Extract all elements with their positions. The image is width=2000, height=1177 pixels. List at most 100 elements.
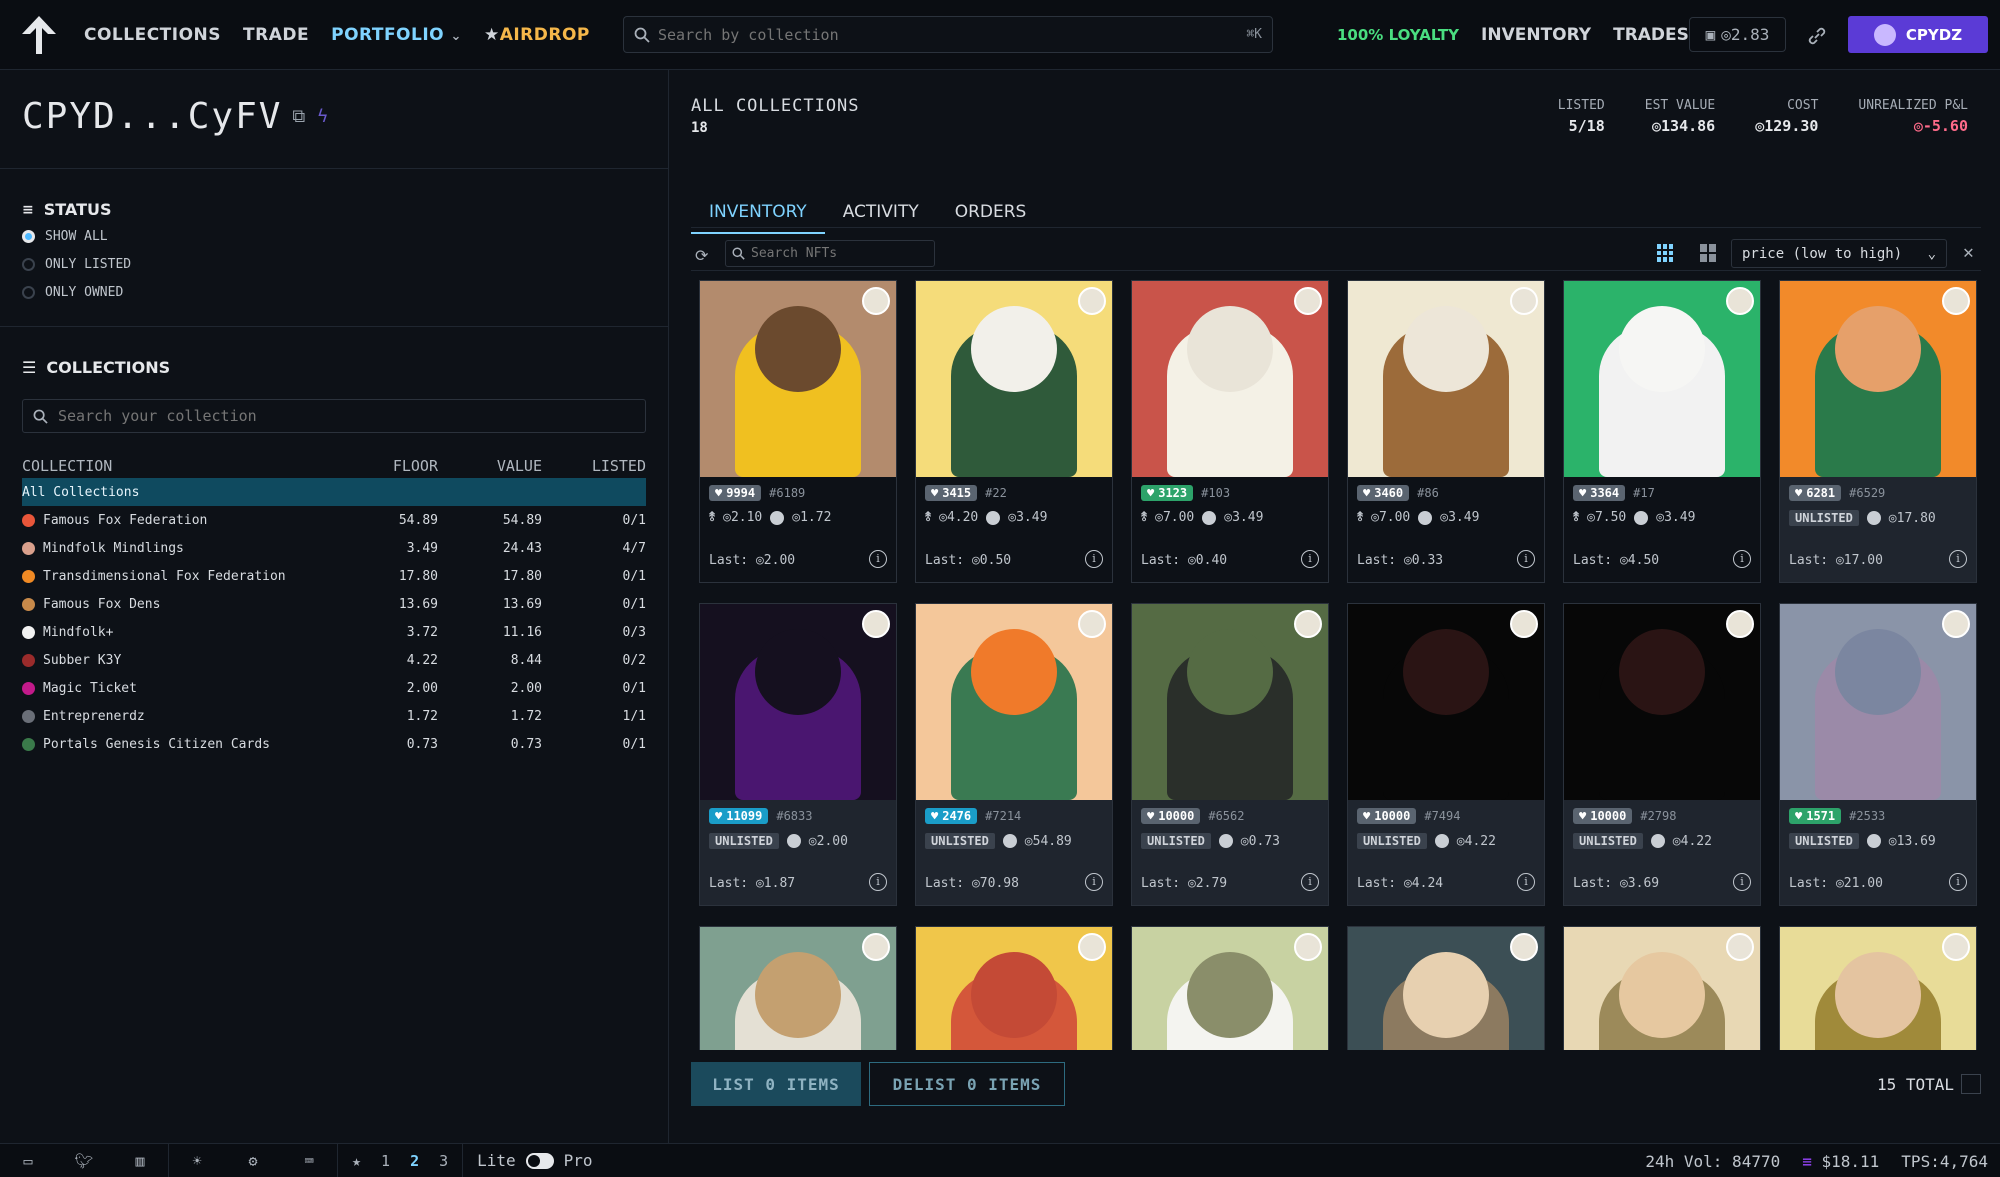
nav-collections[interactable]: COLLECTIONS — [84, 25, 221, 45]
info-icon[interactable]: i — [869, 873, 887, 891]
fav-slot-2[interactable]: 2 — [410, 1152, 419, 1170]
info-icon[interactable]: i — [869, 550, 887, 568]
nft-card[interactable] — [1347, 926, 1545, 1050]
nft-card[interactable] — [1563, 926, 1761, 1050]
col-header-listed[interactable]: LISTED — [542, 457, 646, 475]
table-row[interactable]: Portals Genesis Citizen Cards 0.73 0.73 0/1 — [22, 730, 646, 758]
chat-icon[interactable]: ▭ — [0, 1152, 56, 1170]
table-row[interactable]: Famous Fox Dens 13.69 13.69 0/1 — [22, 590, 646, 618]
collection-filter-search[interactable] — [22, 399, 646, 433]
nft-image[interactable] — [700, 604, 896, 800]
nft-image[interactable] — [1564, 281, 1760, 477]
radio-show-all[interactable]: SHOW ALL — [22, 229, 108, 244]
info-icon[interactable]: i — [1085, 550, 1103, 568]
nav-portfolio[interactable]: PORTFOLIO ⌄ — [331, 25, 462, 45]
table-row[interactable]: Magic Ticket 2.00 2.00 0/1 — [22, 674, 646, 702]
collection-search[interactable]: ⌘K — [623, 16, 1273, 53]
nft-image[interactable] — [1780, 281, 1976, 477]
nft-card[interactable]: ♥ 3415 #22 ⥉ ◎4.20 ◎3.49 Last: ◎0.50 i — [915, 280, 1113, 583]
user-menu-button[interactable]: CPYDZ — [1848, 16, 1988, 53]
mode-toggle[interactable]: Lite Pro — [463, 1151, 606, 1170]
nft-card[interactable]: ♥ 10000 #7494 UNLISTED ◎4.22 Last: ◎4.24 i — [1347, 603, 1545, 906]
col-header-value[interactable]: VALUE — [438, 457, 542, 475]
collection-search-input[interactable] — [658, 25, 1239, 44]
refresh-icon[interactable]: ⟳ — [695, 246, 708, 265]
info-icon[interactable]: i — [1301, 550, 1319, 568]
radio-only-listed[interactable]: ONLY LISTED — [22, 257, 131, 272]
info-icon[interactable]: i — [1733, 550, 1751, 568]
col-header-floor[interactable]: FLOOR — [338, 457, 438, 475]
nft-card[interactable]: ♥ 3364 #17 ⥉ ◎7.50 ◎3.49 Last: ◎4.50 i — [1563, 280, 1761, 583]
theme-icon[interactable]: ☀ — [169, 1152, 225, 1170]
link-icon[interactable] — [1806, 25, 1828, 47]
wallet-balance-button[interactable]: ▣ ◎2.83 — [1689, 17, 1786, 52]
nav-trade[interactable]: TRADE — [243, 25, 309, 45]
keyboard-icon[interactable]: ⌨ — [281, 1152, 337, 1170]
nft-image[interactable] — [700, 927, 896, 1050]
gear-icon[interactable]: ⚙ — [225, 1152, 281, 1170]
nft-card[interactable]: ♥ 10000 #2798 UNLISTED ◎4.22 Last: ◎3.69 i — [1563, 603, 1761, 906]
select-all-checkbox[interactable] — [1961, 1074, 1981, 1094]
loyalty-link[interactable]: 100% LOYALTY — [1337, 26, 1459, 44]
nft-card[interactable]: ♥ 9994 #6189 ⥉ ◎2.10 ◎1.72 Last: ◎2.00 i — [699, 280, 897, 583]
docs-icon[interactable]: ▥ — [112, 1152, 168, 1170]
fav-slot-3[interactable]: 3 — [439, 1152, 448, 1170]
radio-only-owned[interactable]: ONLY OWNED — [22, 285, 123, 300]
nav-inventory[interactable]: INVENTORY — [1481, 25, 1591, 45]
nft-image[interactable] — [1348, 281, 1544, 477]
nft-image[interactable] — [1132, 604, 1328, 800]
nft-image[interactable] — [1564, 604, 1760, 800]
nft-card[interactable] — [699, 926, 897, 1050]
info-icon[interactable]: i — [1517, 873, 1535, 891]
table-row[interactable]: All Collections — [22, 478, 646, 506]
nft-card[interactable]: ♥ 2476 #7214 UNLISTED ◎54.89 Last: ◎70.98 i — [915, 603, 1113, 906]
nft-card[interactable] — [1779, 926, 1977, 1050]
nft-image[interactable] — [1564, 927, 1760, 1050]
app-logo[interactable] — [18, 14, 60, 56]
info-icon[interactable]: i — [1949, 873, 1967, 891]
grid-large-icon[interactable] — [1700, 244, 1718, 262]
table-row[interactable]: Famous Fox Federation 54.89 54.89 0/1 — [22, 506, 646, 534]
nft-card[interactable]: ♥ 1571 #2533 UNLISTED ◎13.69 Last: ◎21.00 i — [1779, 603, 1977, 906]
nft-image[interactable] — [1132, 927, 1328, 1050]
nft-card[interactable]: ♥ 6281 #6529 UNLISTED ◎17.80 Last: ◎17.00 i — [1779, 280, 1977, 583]
table-row[interactable]: Mindfolk Mindlings 3.49 24.43 4/7 — [22, 534, 646, 562]
info-icon[interactable]: i — [1949, 550, 1967, 568]
table-row[interactable]: Transdimensional Fox Federation 17.80 17.8… — [22, 562, 646, 590]
info-icon[interactable]: i — [1301, 873, 1319, 891]
twitter-icon[interactable]: 🐦︎ — [56, 1152, 112, 1170]
nft-image[interactable] — [916, 604, 1112, 800]
grid-small-icon[interactable] — [1657, 244, 1675, 262]
nft-card[interactable]: ♥ 11099 #6833 UNLISTED ◎2.00 Last: ◎1.87 i — [699, 603, 897, 906]
table-row[interactable]: Entreprenerdz 1.72 1.72 1/1 — [22, 702, 646, 730]
nft-image[interactable] — [700, 281, 896, 477]
nft-image[interactable] — [1132, 281, 1328, 477]
nft-card[interactable]: ♥ 10000 #6562 UNLISTED ◎0.73 Last: ◎2.79 i — [1131, 603, 1329, 906]
info-icon[interactable]: i — [1517, 550, 1535, 568]
nav-trades[interactable]: TRADES — [1613, 25, 1689, 45]
nft-card[interactable] — [915, 926, 1113, 1050]
nft-image[interactable] — [916, 927, 1112, 1050]
col-header-collection[interactable]: COLLECTION — [22, 457, 338, 475]
delist-items-button[interactable]: DELIST 0 ITEMS — [869, 1062, 1065, 1106]
copy-icon[interactable]: ⧉ — [292, 106, 307, 127]
nft-image[interactable] — [1348, 604, 1544, 800]
close-icon[interactable]: ✕ — [1963, 242, 1974, 263]
list-items-button[interactable]: LIST 0 ITEMS — [691, 1062, 861, 1106]
fav-slot-1[interactable]: 1 — [381, 1152, 390, 1170]
nft-search-input[interactable] — [751, 246, 928, 261]
nft-card[interactable]: ♥ 3123 #103 ⥉ ◎7.00 ◎3.49 Last: ◎0.40 i — [1131, 280, 1329, 583]
collection-filter-input[interactable] — [58, 407, 635, 425]
solana-icon[interactable]: ϟ — [317, 106, 330, 127]
nft-image[interactable] — [1780, 927, 1976, 1050]
nft-image[interactable] — [1348, 927, 1544, 1050]
info-icon[interactable]: i — [1733, 873, 1751, 891]
nft-image[interactable] — [1780, 604, 1976, 800]
nft-card[interactable]: ♥ 3460 #86 ⥉ ◎7.00 ◎3.49 Last: ◎0.33 i — [1347, 280, 1545, 583]
sort-select[interactable]: price (low to high) ⌄ — [1731, 239, 1947, 268]
nft-search[interactable] — [725, 240, 935, 267]
nft-card[interactable] — [1131, 926, 1329, 1050]
nav-airdrop[interactable]: ★AIRDROP — [484, 25, 590, 45]
table-row[interactable]: Subber K3Y 4.22 8.44 0/2 — [22, 646, 646, 674]
table-row[interactable]: Mindfolk+ 3.72 11.16 0/3 — [22, 618, 646, 646]
